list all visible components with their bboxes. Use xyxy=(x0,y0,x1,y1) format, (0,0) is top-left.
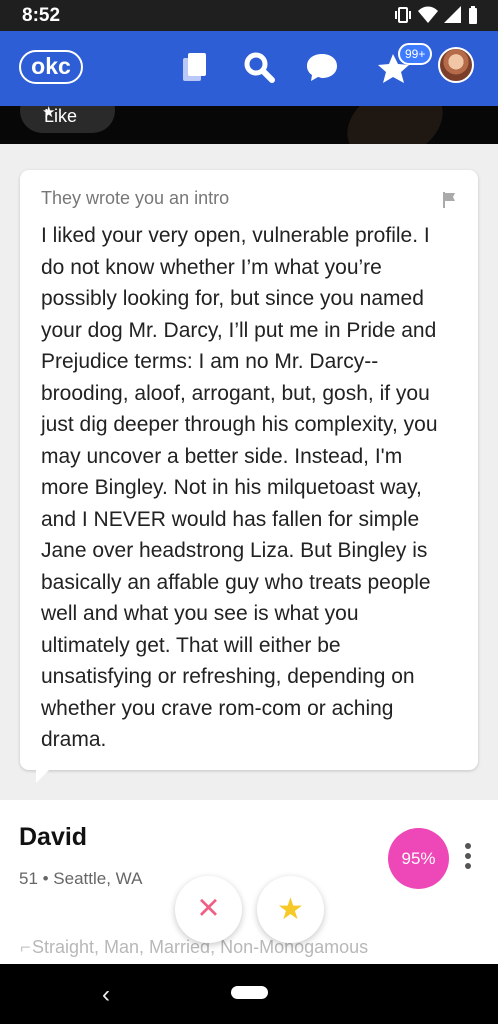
search-icon[interactable] xyxy=(243,51,275,83)
profile-summary: David 51 • Seattle, WA 95% ⌐ Straight, M… xyxy=(0,800,498,964)
intro-line: your dog Mr. Darcy, I’ll put me in Pride… xyxy=(41,318,437,342)
star-icon: ★ xyxy=(42,106,56,121)
intro-line: whether you crave rom-com or aching xyxy=(41,696,394,720)
intro-line: more Bingley. Not in his milquetoast way… xyxy=(41,476,422,499)
status-icons xyxy=(394,6,478,24)
status-bar: 8:52 xyxy=(0,0,498,31)
intro-line: Jane over headstrong Liza. But Bingley i… xyxy=(41,539,428,562)
flag-icon[interactable] xyxy=(442,191,456,208)
system-navigation: ‹ xyxy=(0,964,498,1024)
profile-name: David xyxy=(19,823,88,851)
intro-line: do not know whether I’m what you’re xyxy=(41,255,382,279)
intro-line: and I NEVER would has fallen for simple xyxy=(41,507,420,531)
messages-icon[interactable] xyxy=(305,51,340,83)
speech-tail xyxy=(36,763,56,783)
intro-line: I liked your very open, vulnerable profi… xyxy=(41,224,430,247)
intro-line: unsatisfying or refreshing, depending on xyxy=(41,665,415,688)
intro-line: just dig deeper through his complexity, … xyxy=(41,413,438,436)
intro-line: basically an affable guy who treats peop… xyxy=(41,570,431,594)
okc-logo[interactable]: okc xyxy=(19,50,83,84)
intro-line: drama. xyxy=(41,728,107,751)
intro-card: They wrote you an intro I liked your ver… xyxy=(20,170,478,770)
profile-photo: ★ Like xyxy=(0,106,498,144)
photo-shape xyxy=(334,106,456,144)
avatar[interactable] xyxy=(438,47,474,83)
back-icon[interactable]: ‹ xyxy=(102,981,110,1009)
partial-profile-details: ⌐ Straight, Man, Married, Non-Monogamous xyxy=(20,937,452,958)
dislike-button[interactable]: × xyxy=(175,876,242,943)
like-button[interactable]: ★ Like xyxy=(20,106,115,133)
intro-line: brooding, aloof, arrogant, but, gosh, if… xyxy=(41,381,430,405)
favorite-button[interactable]: ★ xyxy=(257,876,324,943)
star-icon: ★ xyxy=(277,893,304,926)
intro-line: may uncover a better side. Instead, I'm xyxy=(41,444,403,468)
profile-details-icon: ⌐ xyxy=(20,937,31,957)
profile-details: 51 • Seattle, WA xyxy=(19,869,143,888)
logo-text: okc xyxy=(31,53,71,79)
intro-line: well and what you see is what you xyxy=(41,602,359,625)
dislike-icon: × xyxy=(197,887,220,929)
battery-icon xyxy=(469,6,477,24)
home-icon[interactable] xyxy=(231,986,268,999)
intro-heading: They wrote you an intro xyxy=(41,188,230,208)
signal-icon xyxy=(444,6,461,23)
more-options-icon[interactable] xyxy=(464,843,472,873)
cards-icon[interactable] xyxy=(180,51,208,83)
status-time: 8:52 xyxy=(22,5,61,26)
app-bar: okc 99+ xyxy=(0,31,498,106)
intro-line: possibly looking for, but since you name… xyxy=(41,287,424,310)
notification-badge: 99+ xyxy=(398,43,433,65)
match-percentage: 95% xyxy=(388,828,449,889)
intro-line: Prejudice terms: I am no Mr. Darcy-- xyxy=(41,350,379,373)
vibrate-icon xyxy=(395,7,411,23)
intro-message: I liked your very open, vulnerable profi… xyxy=(41,220,461,756)
wifi-icon xyxy=(418,6,438,23)
intro-line: ultimately get. That will either be xyxy=(41,633,341,657)
